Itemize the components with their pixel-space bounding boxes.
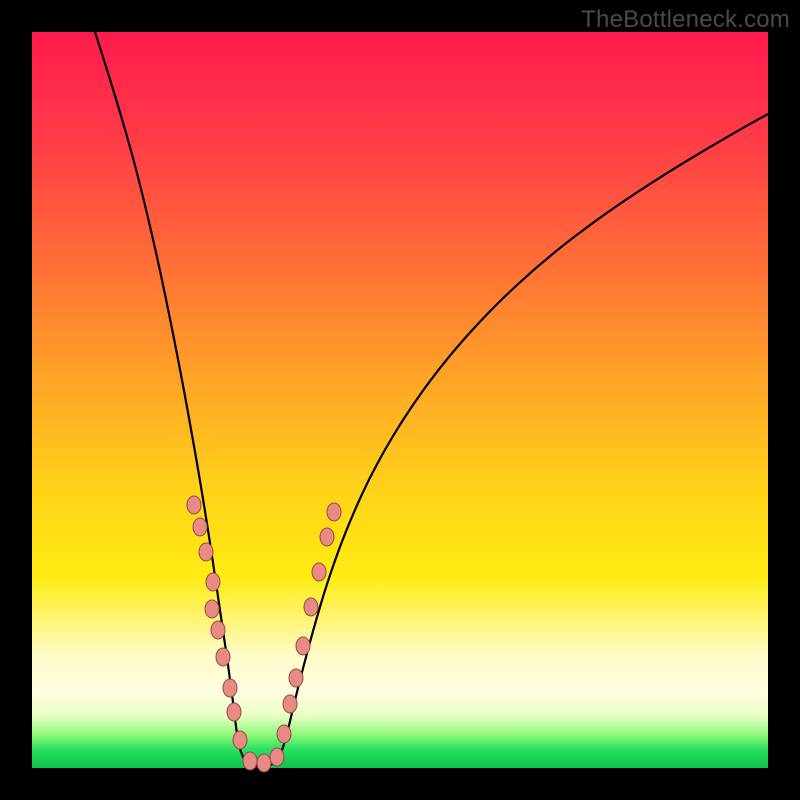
watermark-text: TheBottleneck.com [581,6,790,34]
highlight-marker [205,600,219,618]
chart-frame: TheBottleneck.com [0,0,800,800]
highlight-marker [320,528,334,546]
highlight-marker [233,731,247,749]
highlight-marker [289,669,303,687]
plot-area [32,32,768,768]
highlight-marker [211,621,225,639]
highlight-marker [283,695,297,713]
highlight-marker [199,543,213,561]
highlight-marker [206,573,220,591]
highlight-marker [216,648,230,666]
highlight-marker [277,725,291,743]
highlight-marker [327,503,341,521]
highlight-marker [193,518,207,536]
highlight-marker [227,703,241,721]
chart-svg [32,32,768,768]
highlight-marker [187,496,201,514]
highlight-marker [296,637,310,655]
highlight-marker [243,752,257,770]
bottleneck-curve [95,32,768,767]
highlight-marker [257,754,271,772]
highlight-marker [304,598,318,616]
highlight-marker [223,679,237,697]
highlight-marker [312,563,326,581]
highlight-marker [270,748,284,766]
